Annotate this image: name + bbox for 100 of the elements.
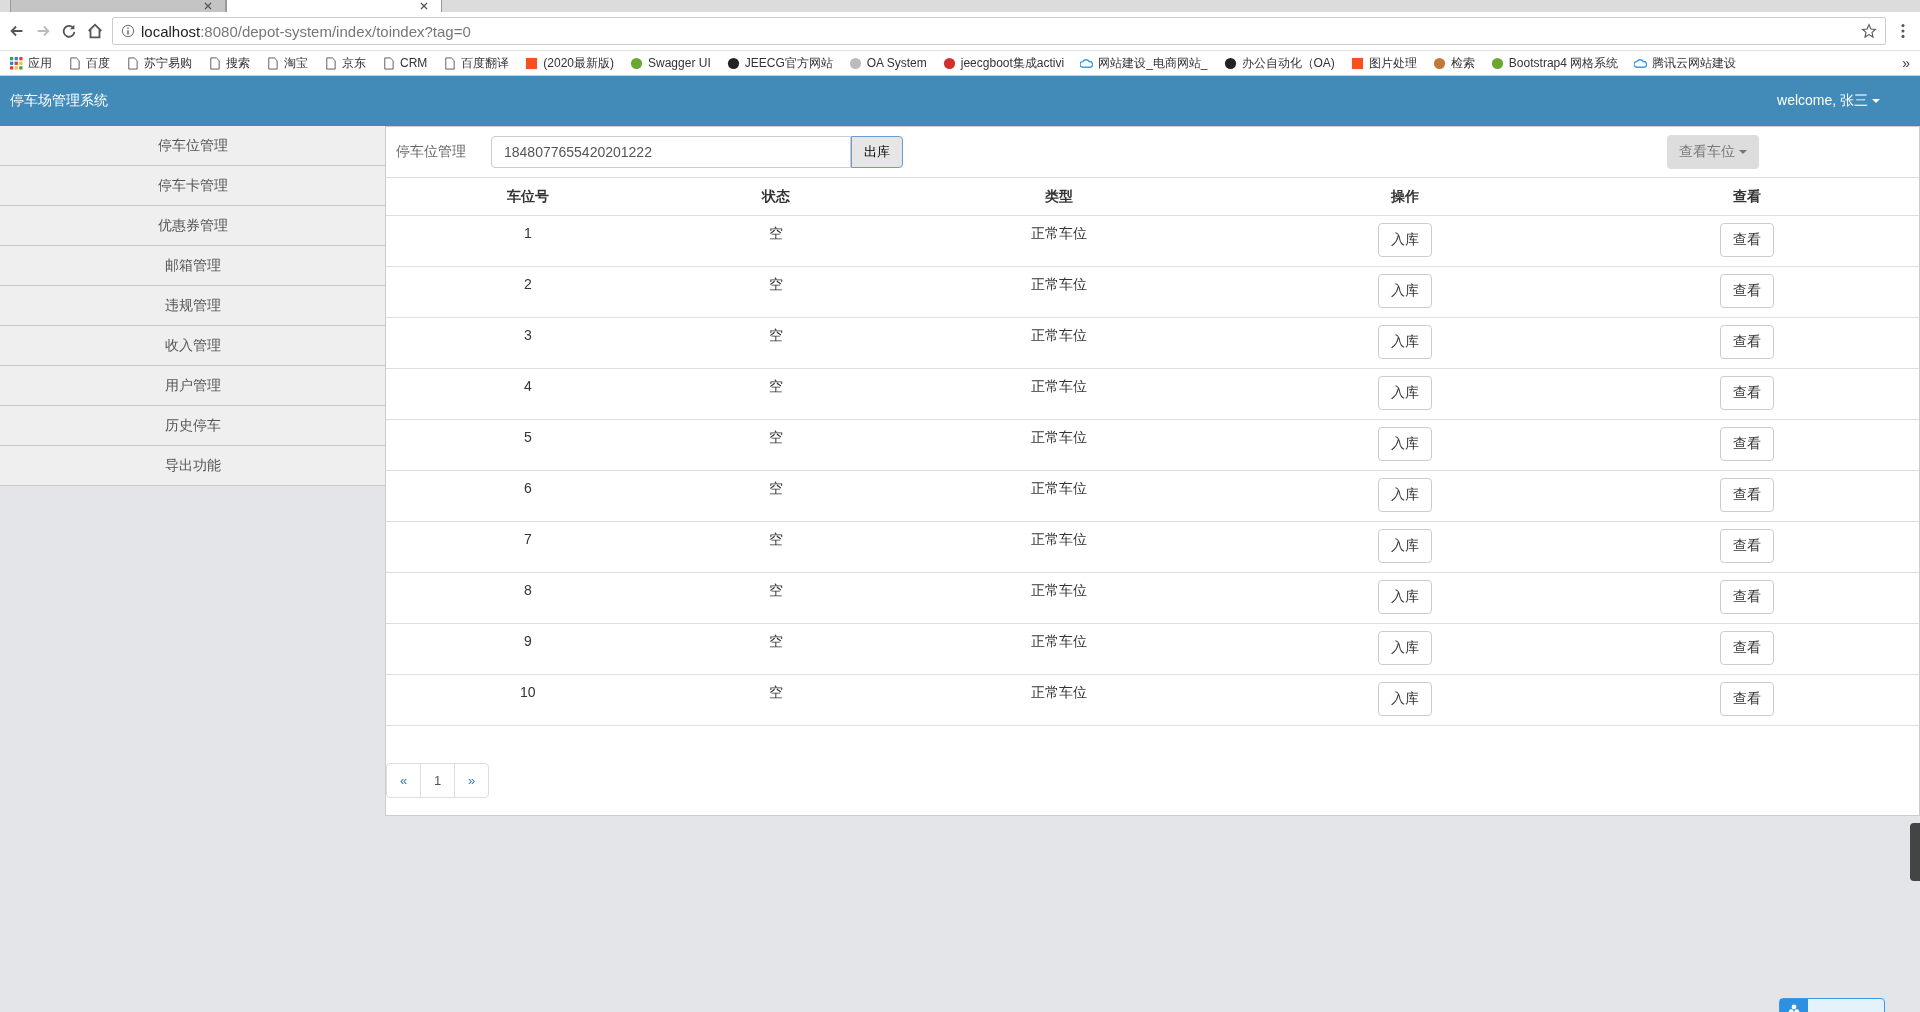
sidebar-item[interactable]: 停车位管理 — [0, 126, 385, 166]
more-bookmarks[interactable]: » — [1902, 55, 1910, 71]
bookmark[interactable]: 苏宁易购 — [126, 54, 192, 72]
reload-icon[interactable] — [60, 22, 78, 40]
table-cell: 正常车位 — [1030, 276, 1087, 292]
checkout-button[interactable]: 出库 — [851, 136, 903, 168]
table-cell: 8 — [523, 582, 532, 598]
checkin-button[interactable]: 入库 — [1378, 529, 1433, 563]
column-header: 类型 — [1044, 187, 1073, 204]
sidebar-item[interactable]: 邮箱管理 — [0, 246, 385, 286]
table-cell: 正常车位 — [1030, 633, 1087, 649]
home-icon[interactable] — [86, 22, 104, 40]
bookmark[interactable]: OA System — [848, 56, 927, 70]
bookmark[interactable]: JEECG官方网站 — [726, 54, 833, 72]
page-link[interactable]: « — [386, 763, 421, 798]
page-icon — [324, 56, 337, 70]
bookmark[interactable]: 腾讯云网站建设 — [1634, 54, 1737, 72]
bookmark[interactable]: 检索 — [1432, 54, 1475, 72]
sidebar-item[interactable]: 导出功能 — [0, 446, 385, 486]
address-field[interactable]: localhost:8080/depot-system/index/toindex?tag=0 — [112, 17, 1886, 45]
info-icon — [121, 24, 135, 38]
app-title[interactable]: 停车场管理系统 — [10, 92, 108, 110]
bookmark[interactable]: 京东 — [324, 54, 366, 72]
table-cell: 4 — [523, 378, 532, 394]
sidebar-item[interactable]: 用户管理 — [0, 366, 385, 406]
page-icon — [382, 56, 395, 70]
page-icon — [443, 56, 457, 70]
table-cell: 1 — [523, 225, 532, 241]
sidebar-item[interactable]: 收入管理 — [0, 326, 385, 366]
site-icon — [525, 56, 539, 70]
table-cell: 空 — [769, 684, 784, 700]
user-menu[interactable]: welcome, 张三 — [1777, 92, 1880, 110]
table-cell: 6 — [523, 480, 532, 496]
checkin-button[interactable]: 入库 — [1378, 478, 1433, 512]
table-cell: 空 — [769, 378, 784, 394]
view-button[interactable]: 查看 — [1720, 478, 1775, 512]
bookmark[interactable]: 百度 — [68, 54, 110, 72]
bookmark[interactable]: 办公自动化（OA) — [1223, 54, 1335, 72]
view-button[interactable]: 查看 — [1720, 223, 1775, 257]
sidebar-item[interactable]: 优惠券管理 — [0, 206, 385, 246]
view-button[interactable]: 查看 — [1720, 529, 1775, 563]
checkin-button[interactable]: 入库 — [1378, 580, 1433, 614]
table-cell: 正常车位 — [1030, 684, 1087, 700]
view-button[interactable]: 查看 — [1720, 682, 1775, 716]
table-cell: 空 — [769, 582, 784, 598]
view-button[interactable]: 查看 — [1720, 427, 1775, 461]
bookmark[interactable]: Bootstrap4 网格系统 — [1490, 54, 1619, 72]
table-cell: 7 — [523, 531, 532, 547]
table-cell: 正常车位 — [1030, 531, 1087, 547]
view-button[interactable]: 查看 — [1720, 580, 1775, 614]
page-icon — [266, 56, 279, 70]
view-button[interactable]: 查看 — [1720, 274, 1775, 308]
table-cell: 正常车位 — [1030, 327, 1087, 343]
checkin-button[interactable]: 入库 — [1378, 274, 1433, 308]
input-field[interactable]: 1848077655420201222 — [491, 136, 851, 168]
sidebar-item[interactable]: 违规管理 — [0, 286, 385, 326]
sidebar-item[interactable]: 停车卡管理 — [0, 166, 385, 206]
cloud-icon — [1634, 56, 1648, 70]
close-icon[interactable] — [203, 1, 213, 11]
table-cell: 正常车位 — [1030, 582, 1087, 598]
bookmark[interactable]: 图片处理 — [1350, 54, 1417, 72]
table-cell: 空 — [769, 429, 784, 445]
bookmark[interactable]: 淘宝 — [266, 54, 308, 72]
apps-icon — [10, 56, 23, 70]
bookmark[interactable]: jeecgboot集成activi — [942, 54, 1065, 72]
checkin-button[interactable]: 入库 — [1378, 631, 1433, 665]
page-link[interactable]: » — [454, 763, 489, 798]
table-cell: 正常车位 — [1030, 429, 1087, 445]
table-cell: 10 — [520, 684, 536, 700]
table-cell: 2 — [523, 276, 532, 292]
star-icon[interactable] — [1861, 23, 1877, 39]
checkin-button[interactable]: 入库 — [1378, 427, 1433, 461]
table-cell: 空 — [769, 480, 784, 496]
column-header: 操作 — [1391, 187, 1420, 204]
bookmark[interactable]: 应用 — [10, 54, 52, 72]
view-button[interactable]: 查看 — [1720, 325, 1775, 359]
view-button[interactable]: 查看 — [1720, 631, 1775, 665]
bookmark[interactable]: CRM — [382, 56, 428, 70]
table-cell: 空 — [769, 633, 784, 649]
site-icon — [1223, 56, 1237, 70]
checkin-button[interactable]: 入库 — [1378, 223, 1433, 257]
bookmark[interactable]: (2020最新版) — [525, 54, 614, 72]
table-cell: 空 — [769, 276, 784, 292]
site-icon — [630, 56, 643, 70]
bookmark[interactable]: 搜索 — [208, 54, 250, 72]
page-link[interactable]: 1 — [420, 763, 455, 798]
bookmark[interactable]: 百度翻译 — [443, 54, 510, 72]
view-button[interactable]: 查看 — [1720, 376, 1775, 410]
checkin-button[interactable]: 入库 — [1378, 682, 1433, 716]
checkin-button[interactable]: 入库 — [1378, 325, 1433, 359]
bookmark[interactable]: Swagger UI — [630, 56, 711, 70]
checkin-button[interactable]: 入库 — [1378, 376, 1433, 410]
close-icon[interactable] — [419, 1, 429, 11]
site-icon — [942, 56, 956, 70]
sidebar-item[interactable]: 历史停车 — [0, 406, 385, 446]
table-cell: 空 — [769, 531, 784, 547]
table-cell: 正常车位 — [1030, 480, 1087, 496]
table-cell: 空 — [769, 327, 784, 343]
table-cell: 5 — [523, 429, 532, 445]
bookmark[interactable]: 网站建设_电商网站_ — [1080, 54, 1208, 72]
